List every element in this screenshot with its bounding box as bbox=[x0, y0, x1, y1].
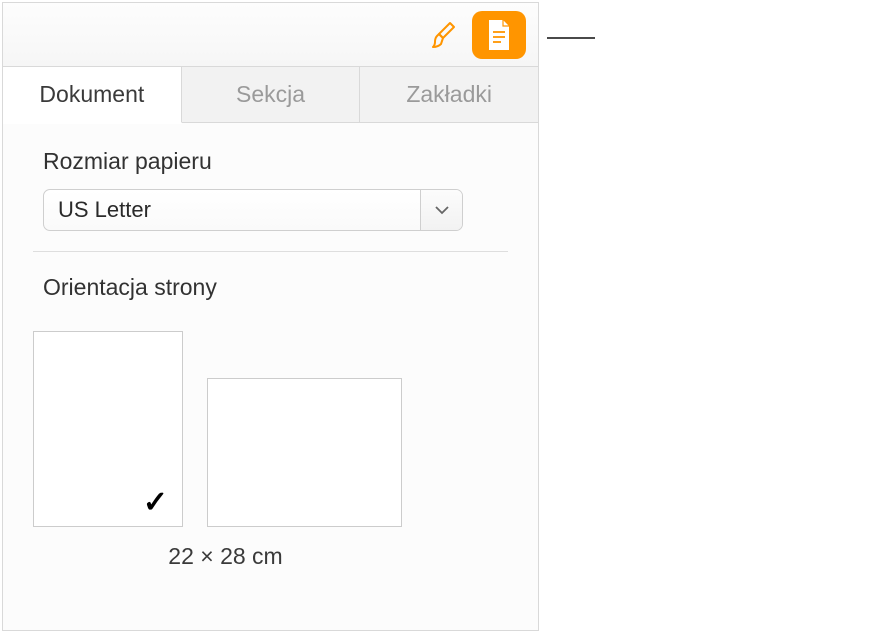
document-inspector-button[interactable] bbox=[472, 11, 526, 59]
paper-size-value: US Letter bbox=[44, 190, 420, 230]
paper-size-section: Rozmiar papieru US Letter bbox=[3, 123, 538, 251]
document-icon bbox=[485, 18, 513, 52]
callout-line bbox=[547, 37, 595, 39]
paper-size-label: Rozmiar papieru bbox=[43, 148, 508, 175]
orientation-landscape-button[interactable] bbox=[207, 378, 402, 527]
format-brush-button[interactable] bbox=[426, 17, 462, 53]
tab-section-label: Sekcja bbox=[236, 81, 305, 108]
orientation-portrait-button[interactable]: ✓ bbox=[33, 331, 183, 527]
tab-bookmarks-label: Zakładki bbox=[406, 81, 492, 108]
chevron-down-icon bbox=[420, 190, 462, 230]
toolbar bbox=[3, 3, 538, 66]
checkmark-icon: ✓ bbox=[143, 485, 168, 520]
tab-section[interactable]: Sekcja bbox=[182, 67, 361, 122]
inspector-tabs: Dokument Sekcja Zakładki bbox=[3, 66, 538, 123]
page-dimensions: 22 × 28 cm bbox=[3, 543, 538, 570]
orientation-options: ✓ bbox=[3, 331, 538, 527]
tab-document-label: Dokument bbox=[39, 81, 144, 108]
tab-bookmarks[interactable]: Zakładki bbox=[360, 67, 538, 122]
tab-document[interactable]: Dokument bbox=[3, 67, 182, 123]
orientation-label: Orientacja strony bbox=[43, 274, 508, 301]
paintbrush-icon bbox=[428, 19, 460, 51]
orientation-section: Orientacja strony bbox=[3, 252, 538, 325]
paper-size-select[interactable]: US Letter bbox=[43, 189, 463, 231]
inspector-panel: Dokument Sekcja Zakładki Rozmiar papieru… bbox=[2, 2, 539, 631]
